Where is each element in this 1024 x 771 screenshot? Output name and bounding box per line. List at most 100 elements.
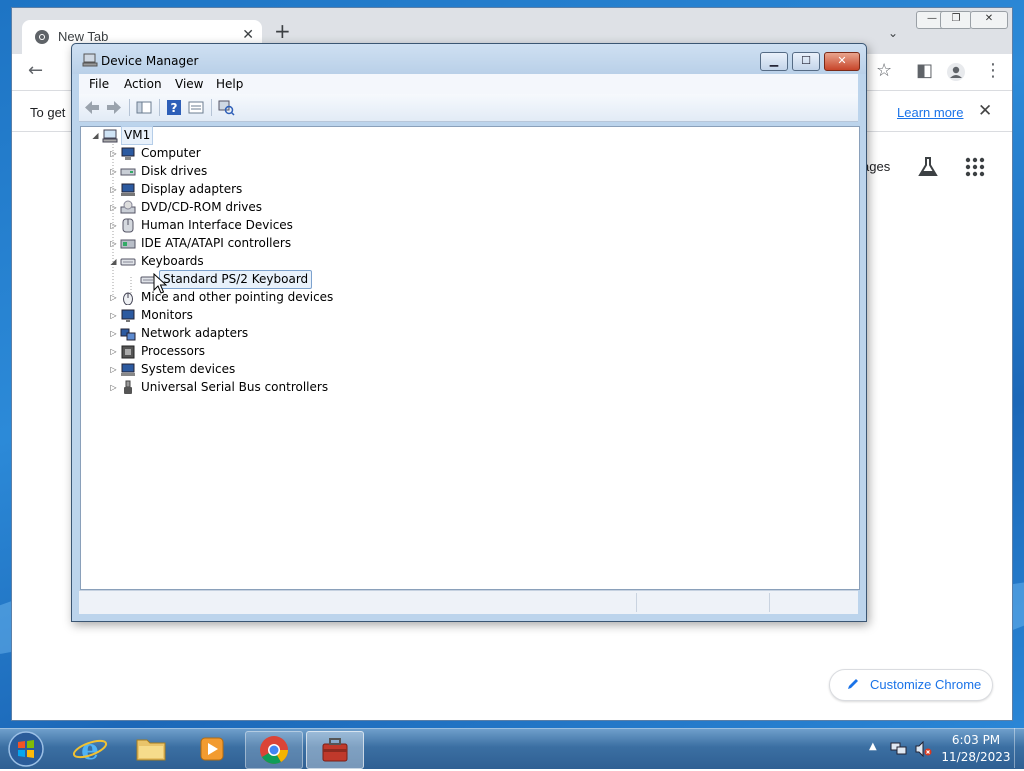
network-adapter-icon [120, 328, 136, 341]
collapse-arrow-icon[interactable]: ◢ [109, 253, 118, 270]
minimize-icon[interactable]: ▁ [760, 52, 788, 71]
labs-flask-icon[interactable] [916, 155, 940, 179]
expand-arrow-icon[interactable]: ▷ [109, 235, 118, 252]
expand-arrow-icon[interactable]: ▷ [109, 181, 118, 198]
tree-item-label: System devices [141, 362, 236, 376]
close-window-icon[interactable]: ✕ [824, 52, 860, 71]
status-bar [79, 590, 858, 614]
menu-file[interactable]: File [89, 77, 109, 91]
mouse-cursor-icon [153, 273, 167, 294]
close-window-icon[interactable]: ✕ [970, 11, 1008, 29]
tree-item-label: Computer [141, 146, 201, 160]
tree-item-label: DVD/CD-ROM drives [141, 200, 263, 214]
start-button-windows-icon[interactable] [6, 730, 46, 768]
show-hide-console-tree-icon[interactable] [135, 99, 153, 116]
tree-item-label: IDE ATA/ATAPI controllers [141, 236, 292, 250]
expand-arrow-icon[interactable]: ▷ [109, 289, 118, 306]
back-arrow-icon[interactable]: ← [28, 62, 43, 80]
clock-date[interactable]: 11/28/2023 [941, 750, 1011, 764]
tree-item-label: Disk drives [141, 164, 208, 178]
toolbox-icon [322, 738, 348, 762]
internet-explorer-icon: e [72, 733, 108, 766]
taskbar-internet-explorer[interactable]: e [62, 731, 118, 767]
learn-more-link[interactable]: Learn more [897, 105, 963, 120]
keyboard-icon [120, 258, 136, 266]
menu-kebab-icon[interactable]: ⋮ [984, 62, 1002, 80]
profile-avatar-icon[interactable] [946, 62, 966, 82]
device-manager-icon [82, 53, 98, 67]
menu-view[interactable]: View [175, 77, 203, 91]
device-tree: ◢ VM1 ▷ Computer ▷ Disk drives ▷ Display adap… [80, 126, 860, 590]
forward-arrow-icon[interactable] [105, 99, 123, 116]
info-bar-text: To get [30, 105, 66, 120]
network-tray-icon[interactable] [890, 741, 908, 757]
close-info-bar-icon[interactable]: ✕ [978, 101, 992, 121]
maximize-icon[interactable]: ☐ [792, 52, 820, 71]
tab-search-chevron-icon[interactable]: ⌄ [888, 26, 898, 40]
expand-arrow-icon[interactable]: ▷ [109, 325, 118, 342]
tree-item-label: Processors [141, 344, 206, 358]
menu-action[interactable]: Action [124, 77, 162, 91]
menu-bar: File Action View Help [79, 74, 858, 94]
tree-item-label: Keyboards [141, 254, 204, 268]
new-tab-icon[interactable]: + [274, 21, 291, 41]
chrome-logo-icon [35, 30, 49, 44]
menu-help[interactable]: Help [216, 77, 243, 91]
display-adapter-icon [121, 183, 135, 196]
scan-hardware-icon[interactable] [217, 99, 235, 116]
bookmark-star-icon[interactable]: ☆ [876, 62, 892, 80]
clock-time[interactable]: 6:03 PM [941, 733, 1011, 747]
hid-icon [122, 218, 134, 233]
media-player-icon [200, 737, 224, 761]
disk-drive-icon [120, 168, 136, 176]
window-title: Device Manager [101, 54, 199, 68]
device-manager-window: Device Manager ▁ ☐ ✕ File Action View He… [71, 43, 867, 622]
expand-arrow-icon[interactable]: ▷ [109, 379, 118, 396]
status-separator [636, 593, 637, 612]
desktop: New Tab ✕ + ⌄ — ❐ ✕ ← ☆ ◧ ⋮ To get Learn… [0, 0, 1024, 728]
customize-chrome-button[interactable]: Customize Chrome [829, 669, 993, 701]
tree-item-label: Network adapters [141, 326, 249, 340]
show-hidden-icons-chevron-icon[interactable]: ▲ [869, 741, 877, 752]
expand-arrow-icon[interactable]: ▷ [109, 307, 118, 324]
tree-item-label: Mice and other pointing devices [141, 290, 334, 304]
tree-item-label: Display adapters [141, 182, 243, 196]
help-icon[interactable]: ? [165, 99, 183, 116]
properties-icon[interactable] [187, 99, 205, 116]
expand-arrow-icon[interactable]: ▷ [109, 343, 118, 360]
expand-arrow-icon[interactable]: ▷ [109, 199, 118, 216]
toolbar-separator [129, 99, 130, 116]
volume-muted-icon[interactable] [914, 741, 932, 757]
usb-icon [124, 380, 132, 394]
computer-icon [121, 147, 135, 160]
taskbar-device-manager[interactable] [306, 731, 364, 769]
restore-icon[interactable]: ❐ [940, 11, 972, 29]
mouse-icon [123, 292, 133, 305]
expand-arrow-icon[interactable]: ▷ [109, 361, 118, 378]
processor-icon [121, 345, 135, 359]
toolbar-separator [211, 99, 212, 116]
collapse-arrow-icon[interactable]: ◢ [91, 127, 100, 144]
ide-controller-icon [120, 239, 136, 249]
monitor-icon [121, 309, 135, 322]
side-panel-icon[interactable]: ◧ [916, 62, 933, 80]
expand-arrow-icon[interactable]: ▷ [109, 145, 118, 162]
taskbar-media-player[interactable] [184, 731, 240, 767]
back-arrow-icon[interactable] [83, 99, 101, 116]
toolbar: ? [79, 94, 858, 122]
show-desktop-button[interactable] [1014, 728, 1024, 768]
expand-arrow-icon[interactable]: ▷ [109, 163, 118, 180]
pencil-icon [848, 679, 858, 689]
taskbar-google-chrome[interactable] [245, 731, 303, 769]
tree-item-label: Human Interface Devices [141, 218, 293, 232]
toolbar-separator [159, 99, 160, 116]
taskbar-file-explorer[interactable] [123, 731, 179, 767]
close-tab-icon[interactable]: ✕ [242, 27, 254, 43]
device-manager-titlebar[interactable]: Device Manager ▁ ☐ ✕ [72, 44, 866, 74]
svg-text:e: e [81, 733, 99, 766]
expand-arrow-icon[interactable]: ▷ [109, 217, 118, 234]
chrome-tab-title: New Tab [58, 29, 109, 44]
system-device-icon [121, 363, 135, 376]
google-apps-icon[interactable] [964, 156, 986, 178]
svg-text:?: ? [171, 101, 178, 115]
